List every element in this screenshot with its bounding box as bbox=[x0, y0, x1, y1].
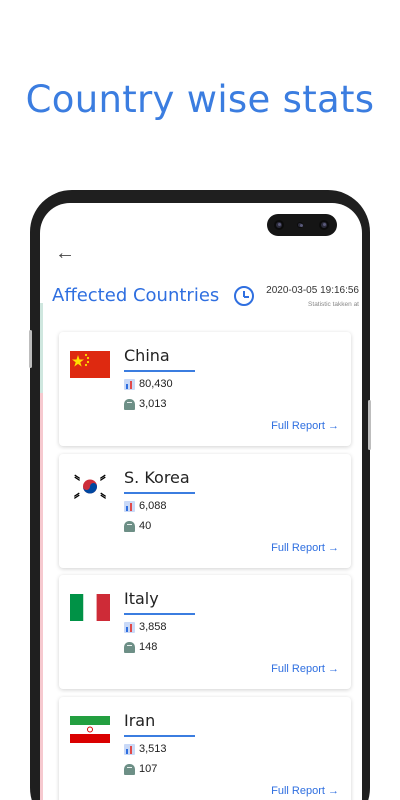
deaths-count: 40 bbox=[139, 520, 152, 532]
chart-icon bbox=[124, 621, 135, 633]
country-card-china[interactable]: China 80,430 3,013 Full Report → bbox=[59, 332, 351, 446]
country-card-italy[interactable]: Italy 3,858 148 Full Report → bbox=[59, 575, 351, 689]
phone-side-button bbox=[29, 330, 32, 368]
phone-screen: ← Affected Countries 2020-03-05 19:16:56… bbox=[40, 203, 362, 800]
clock-icon bbox=[234, 286, 254, 306]
country-name: China bbox=[124, 346, 170, 365]
chart-icon bbox=[124, 743, 135, 755]
iran-flag-icon bbox=[70, 716, 110, 743]
cases-count: 3,513 bbox=[139, 743, 167, 755]
cases-stat: 6,088 bbox=[124, 500, 167, 512]
chart-icon bbox=[124, 500, 135, 512]
sensor-icon bbox=[297, 222, 303, 228]
edge-accent bbox=[40, 303, 43, 393]
name-underline bbox=[124, 613, 195, 615]
name-underline bbox=[124, 492, 195, 494]
headline: Country wise stats bbox=[25, 78, 375, 121]
full-report-link[interactable]: Full Report → bbox=[271, 542, 339, 554]
back-arrow-icon[interactable]: ← bbox=[55, 243, 77, 263]
cases-count: 3,858 bbox=[139, 621, 167, 633]
tombstone-icon bbox=[124, 763, 135, 775]
south-korea-flag-icon bbox=[70, 473, 110, 500]
deaths-stat: 107 bbox=[124, 763, 157, 775]
deaths-count: 3,013 bbox=[139, 398, 167, 410]
deaths-count: 107 bbox=[139, 763, 158, 775]
country-card-iran[interactable]: Iran 3,513 107 Full Report → bbox=[59, 697, 351, 800]
name-underline bbox=[124, 370, 195, 372]
cases-stat: 3,858 bbox=[124, 621, 167, 633]
country-name: Iran bbox=[124, 711, 156, 730]
tombstone-icon bbox=[124, 398, 135, 410]
deaths-stat: 148 bbox=[124, 641, 157, 653]
phone-side-button bbox=[368, 400, 371, 450]
full-report-link[interactable]: Full Report → bbox=[271, 663, 339, 675]
country-name: Italy bbox=[124, 589, 159, 608]
camera-lens-icon bbox=[319, 220, 329, 230]
tombstone-icon bbox=[124, 520, 135, 532]
full-report-link[interactable]: Full Report → bbox=[271, 785, 339, 797]
camera-lens-icon bbox=[274, 220, 284, 230]
country-card-s-korea[interactable]: S. Korea 6,088 40 Full Report → bbox=[59, 454, 351, 568]
cases-count: 80,430 bbox=[139, 378, 173, 390]
cases-count: 6,088 bbox=[139, 500, 167, 512]
timestamp-caption: Statistic takken at bbox=[308, 301, 359, 308]
cases-stat: 80,430 bbox=[124, 378, 173, 390]
italy-flag-icon bbox=[70, 594, 110, 621]
deaths-stat: 40 bbox=[124, 520, 151, 532]
china-flag-icon bbox=[70, 351, 110, 378]
timestamp: 2020-03-05 19:16:56 bbox=[266, 285, 359, 296]
full-report-link[interactable]: Full Report → bbox=[271, 420, 339, 432]
tombstone-icon bbox=[124, 641, 135, 653]
edge-accent bbox=[40, 393, 43, 800]
deaths-stat: 3,013 bbox=[124, 398, 167, 410]
chart-icon bbox=[124, 378, 135, 390]
page-title: Affected Countries bbox=[52, 285, 220, 306]
name-underline bbox=[124, 735, 195, 737]
camera-cutout bbox=[267, 214, 337, 236]
deaths-count: 148 bbox=[139, 641, 158, 653]
country-name: S. Korea bbox=[124, 468, 190, 487]
cases-stat: 3,513 bbox=[124, 743, 167, 755]
